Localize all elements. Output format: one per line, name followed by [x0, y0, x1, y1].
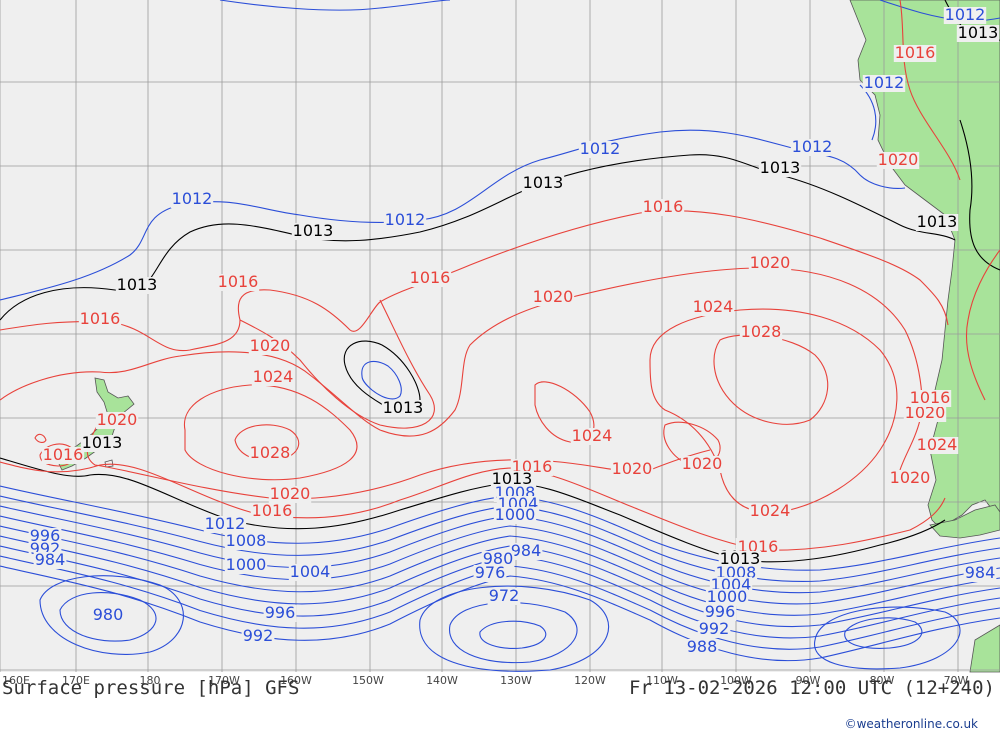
isobar-label: 1020 — [250, 336, 291, 355]
isobar-label: 1012 — [385, 210, 426, 229]
isobar-label: 1013 — [117, 275, 158, 294]
valid-time: Fr 13-02-2026 12:00 UTC (12+240) — [629, 677, 995, 699]
isobar-label: 1008 — [226, 531, 267, 550]
isobar-label: 1004 — [290, 562, 331, 581]
isobar-label: 972 — [489, 586, 520, 605]
isobar-label: 1013 — [958, 23, 999, 42]
longitude-label: 120W — [574, 674, 606, 687]
longitude-label: 150W — [352, 674, 384, 687]
credit-link[interactable]: ©weatheronline.co.uk — [845, 717, 978, 731]
isobar-label: 996 — [265, 603, 296, 622]
isobar-label: 1016 — [895, 43, 936, 62]
isobar-label: 1013 — [523, 173, 564, 192]
isobar-label: 1016 — [410, 268, 451, 287]
isobar-label: 1016 — [252, 501, 293, 520]
isobar-label: 1013 — [293, 221, 334, 240]
isobar-label: 984 — [35, 550, 66, 569]
isobar-label: 1000 — [495, 505, 536, 524]
isobar-label: 1012 — [792, 137, 833, 156]
isobar-label: 1016 — [643, 197, 684, 216]
isobar-label: 1024 — [693, 297, 734, 316]
isobar-label: 1020 — [890, 468, 931, 487]
isobar-label: 1020 — [750, 253, 791, 272]
isobar-label: 1016 — [43, 445, 84, 464]
isobar-label: 1013 — [383, 398, 424, 417]
isobar-label: 1020 — [97, 410, 138, 429]
isobar-label: 1016 — [218, 272, 259, 291]
isobar-label: 976 — [475, 563, 506, 582]
isobar-label: 1024 — [253, 367, 294, 386]
isobar-label: 1024 — [572, 426, 613, 445]
isobar-label: 1028 — [250, 443, 291, 462]
isobar-label: 1016 — [910, 388, 951, 407]
isobar-label: 1013 — [917, 212, 958, 231]
isobar-label: 984 — [511, 541, 542, 560]
isobar-label: 1000 — [226, 555, 267, 574]
pressure-map: 10121013 10161012101310121013101210131016… — [0, 0, 1000, 733]
isobar-label: 1024 — [917, 435, 958, 454]
isobar-label: 1012 — [580, 139, 621, 158]
isobar-label: 1016 — [80, 309, 121, 328]
isobar-label: 1020 — [878, 150, 919, 169]
isobar-label: 980 — [93, 605, 124, 624]
isobar-label: 992 — [243, 626, 274, 645]
isobar-label: 1020 — [533, 287, 574, 306]
longitude-label: 130W — [500, 674, 532, 687]
isobar-label: 992 — [699, 619, 730, 638]
isobar-label: 984 — [965, 563, 996, 582]
isobar-label: 1020 — [612, 459, 653, 478]
isobar-label: 1013 — [82, 433, 123, 452]
isobar-label: 1020 — [682, 454, 723, 473]
map-title: Surface pressure [hPa] GFS — [2, 677, 299, 699]
isobar-label: 1013 — [760, 158, 801, 177]
isobar-label: 1024 — [750, 501, 791, 520]
isobar-label: 1028 — [741, 322, 782, 341]
isobar-label: 1012 — [172, 189, 213, 208]
isobar-label: 988 — [687, 637, 718, 656]
isobar-label: 1012 — [864, 73, 905, 92]
longitude-label: 140W — [426, 674, 458, 687]
isobar-label: 1012 — [945, 5, 986, 24]
